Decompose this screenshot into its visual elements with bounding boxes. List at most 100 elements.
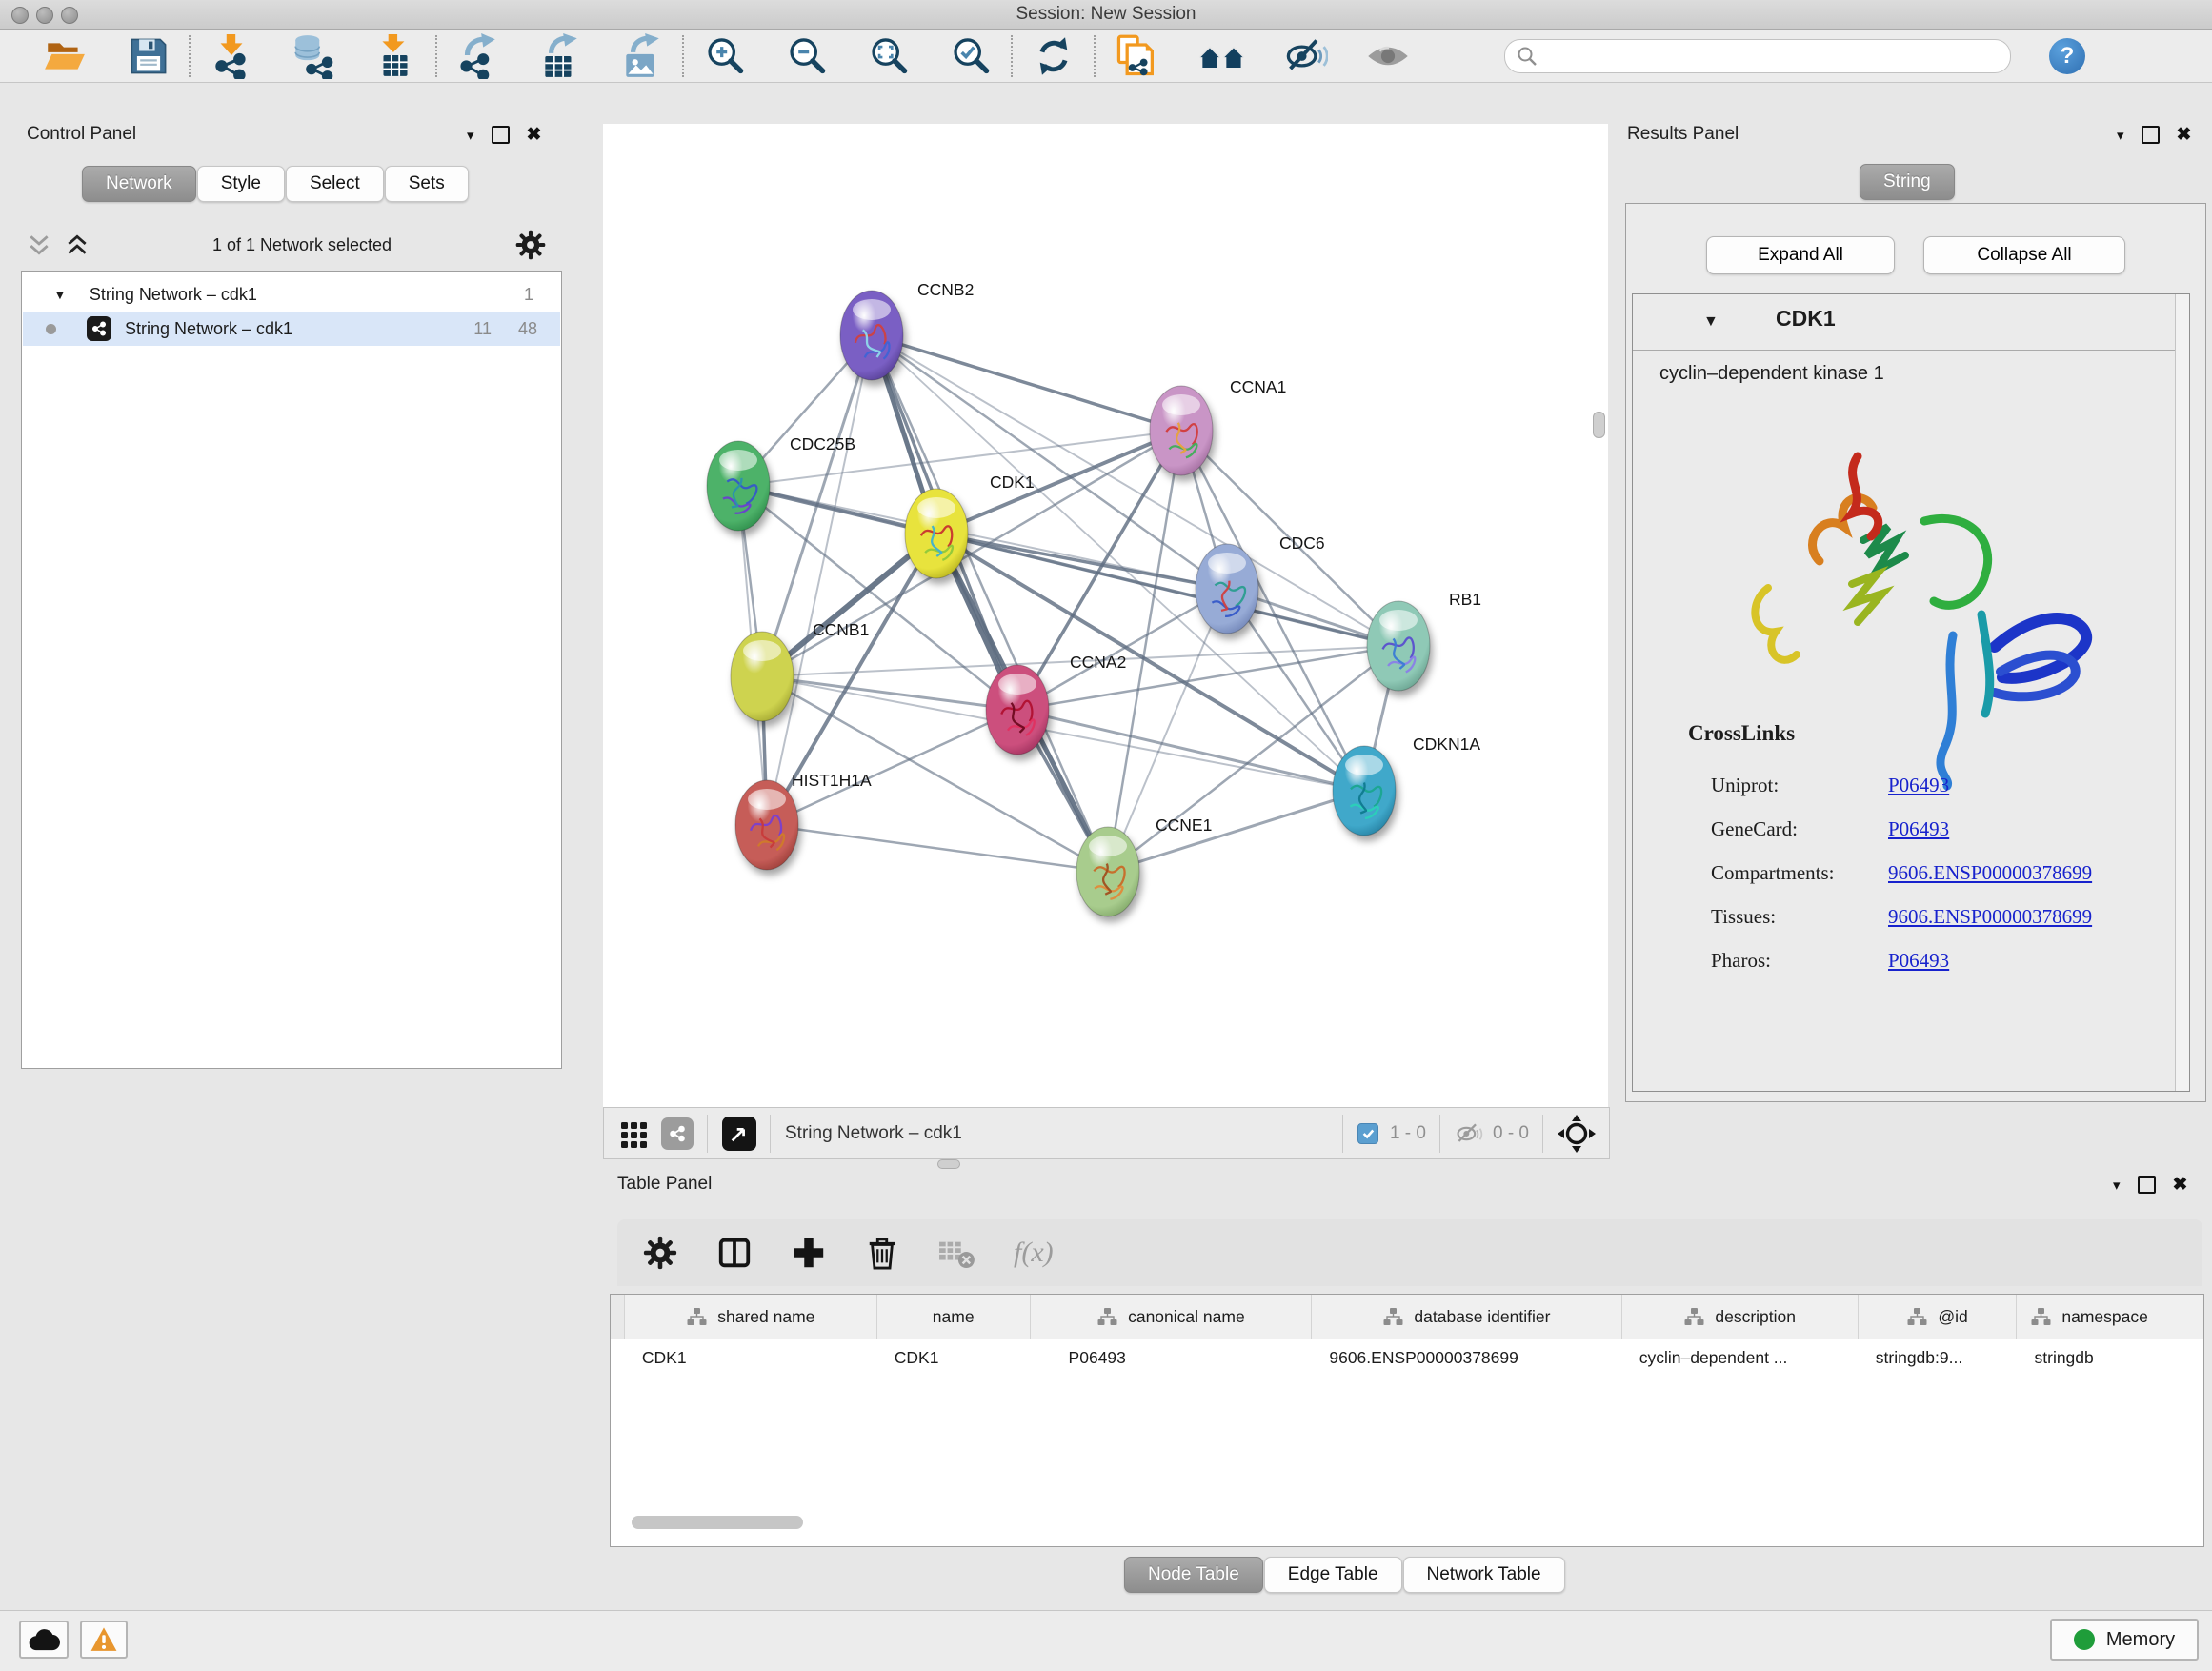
open-folder-icon[interactable] [40, 32, 90, 80]
crosslink-value[interactable]: P06493 [1888, 807, 1949, 851]
houses-icon[interactable] [1197, 32, 1247, 80]
network-node-CCNB2[interactable]: CCNB2 [840, 280, 974, 380]
tab-string[interactable]: String [1860, 164, 1955, 200]
export-table-icon[interactable] [535, 32, 585, 80]
zoom-selected-icon[interactable] [946, 32, 995, 80]
card-collapse-icon[interactable]: ▼ [1703, 313, 1719, 331]
zoom-in-icon[interactable] [700, 32, 750, 80]
column-header-shared-name[interactable]: shared name [625, 1295, 877, 1339]
column-header-canonical-name[interactable]: canonical name [1031, 1295, 1313, 1339]
zoom-out-icon[interactable] [782, 32, 832, 80]
column-header-id[interactable]: @id [1859, 1295, 2018, 1339]
network-edge[interactable] [767, 710, 1017, 825]
results-scrollbar[interactable] [2175, 294, 2189, 1091]
detach-view-icon[interactable] [722, 1117, 756, 1151]
tab-network-table[interactable]: Network Table [1403, 1557, 1565, 1593]
crosslink-value[interactable]: P06493 [1888, 763, 1949, 807]
tab-network[interactable]: Network [82, 166, 196, 202]
column-header-name[interactable]: name [877, 1295, 1031, 1339]
cloud-button[interactable] [19, 1621, 69, 1659]
network-view-icon[interactable] [661, 1117, 694, 1150]
collapse-all-chevron-icon[interactable] [27, 232, 51, 257]
crosslink-value[interactable]: 9606.ENSP00000378699 [1888, 851, 2092, 895]
panel-menu-icon[interactable]: ▾ [2113, 1177, 2121, 1194]
network-node-CDKN1A[interactable]: CDKN1A [1333, 735, 1480, 836]
network-edge[interactable] [762, 676, 1017, 710]
save-icon[interactable] [124, 32, 173, 80]
toolbar-divider [189, 35, 191, 77]
tab-sets[interactable]: Sets [385, 166, 469, 202]
tab-edge-table[interactable]: Edge Table [1264, 1557, 1402, 1593]
panel-close-icon[interactable]: ✖ [2173, 1178, 2188, 1192]
network-edge[interactable] [767, 825, 1108, 872]
search-input[interactable] [1538, 46, 1999, 67]
duplicate-network-icon[interactable] [1112, 32, 1161, 80]
network-node-CDK1[interactable]: CDK1 [905, 473, 1035, 578]
crosslink-value[interactable]: P06493 [1888, 938, 1949, 982]
protein-description: cyclin–dependent kinase 1 [1659, 363, 1884, 385]
network-edge[interactable] [872, 335, 1108, 872]
show-columns-icon[interactable] [716, 1235, 753, 1271]
network-label: String Network – cdk1 [125, 319, 292, 339]
import-table-icon[interactable] [371, 32, 420, 80]
column-header-description[interactable]: description [1622, 1295, 1859, 1339]
network-node-CCNA1[interactable]: CCNA1 [1150, 377, 1286, 475]
network-edge[interactable] [872, 335, 1181, 431]
title-bar: Session: New Session [0, 0, 2212, 30]
crosslink-label: Pharos: [1711, 938, 1888, 982]
cell-shared-name: CDK1 [625, 1348, 877, 1368]
column-header-namespace[interactable]: namespace [2017, 1295, 2203, 1339]
network-node-RB1[interactable]: RB1 [1367, 590, 1481, 691]
table-gear-icon[interactable] [642, 1235, 678, 1271]
expand-all-chevron-icon[interactable] [65, 232, 90, 257]
grid-view-icon[interactable] [619, 1118, 650, 1149]
panel-close-icon[interactable]: ✖ [527, 128, 542, 142]
panel-close-icon[interactable]: ✖ [2177, 128, 2192, 142]
node-label-CCNA1: CCNA1 [1230, 377, 1286, 396]
network-edge[interactable] [1017, 710, 1364, 791]
export-image-icon[interactable] [617, 32, 667, 80]
import-network-database-icon[interactable] [289, 32, 338, 80]
panel-float-icon[interactable] [2138, 1176, 2156, 1194]
warnings-button[interactable] [80, 1621, 128, 1659]
zoom-fit-icon[interactable] [864, 32, 914, 80]
panel-float-icon[interactable] [492, 126, 510, 144]
refresh-icon[interactable] [1029, 32, 1078, 80]
table-row[interactable]: CDK1 CDK1 P06493 9606.ENSP00000378699 cy… [611, 1339, 2203, 1376]
help-icon[interactable]: ? [2049, 38, 2085, 74]
network-tree-row-selected[interactable]: String Network – cdk1 11 48 [23, 312, 560, 346]
network-edge[interactable] [936, 534, 1398, 646]
panel-menu-icon[interactable]: ▾ [2117, 127, 2124, 144]
tree-collapse-icon[interactable]: ▼ [53, 287, 67, 302]
expand-all-button[interactable]: Expand All [1706, 236, 1895, 274]
horizontal-scrollbar[interactable] [632, 1516, 803, 1529]
network-tree-root-row[interactable]: ▼ String Network – cdk1 1 [23, 277, 560, 312]
show-all-eye-icon[interactable] [1363, 32, 1413, 80]
network-edge[interactable] [1108, 791, 1364, 872]
tab-select[interactable]: Select [286, 166, 384, 202]
panel-menu-icon[interactable]: ▾ [467, 127, 474, 144]
network-node-CCNE1[interactable]: CCNE1 [1076, 815, 1212, 916]
hide-selected-eye-icon[interactable] [1281, 32, 1331, 80]
collapse-all-button[interactable]: Collapse All [1923, 236, 2125, 274]
import-network-icon[interactable] [207, 32, 256, 80]
crosslink-row: Compartments:9606.ENSP00000378699 [1711, 851, 2092, 895]
network-node-HIST1H1A[interactable]: HIST1H1A [735, 771, 872, 870]
network-canvas[interactable]: CCNB2CCNA1CDC25BCDK1CDC6RB1CCNB1CCNA2CDK… [603, 124, 1608, 1107]
birdseye-crosshair-icon[interactable] [1558, 1115, 1596, 1153]
search-field[interactable] [1504, 39, 2011, 73]
panel-float-icon[interactable] [2142, 126, 2160, 144]
memory-button[interactable]: Memory [2050, 1619, 2199, 1661]
column-header-database-identifier[interactable]: database identifier [1312, 1295, 1621, 1339]
selected-checkbox-icon[interactable] [1357, 1123, 1378, 1144]
gear-icon[interactable] [514, 229, 547, 261]
delete-column-icon[interactable] [865, 1235, 899, 1271]
splitter-handle[interactable] [1593, 412, 1605, 438]
tab-style[interactable]: Style [197, 166, 285, 202]
search-icon [1517, 46, 1538, 67]
network-edge[interactable] [872, 335, 1398, 646]
add-column-icon[interactable] [791, 1235, 827, 1271]
tab-node-table[interactable]: Node Table [1124, 1557, 1263, 1593]
crosslink-value[interactable]: 9606.ENSP00000378699 [1888, 895, 2092, 938]
export-network-icon[interactable] [453, 32, 503, 80]
